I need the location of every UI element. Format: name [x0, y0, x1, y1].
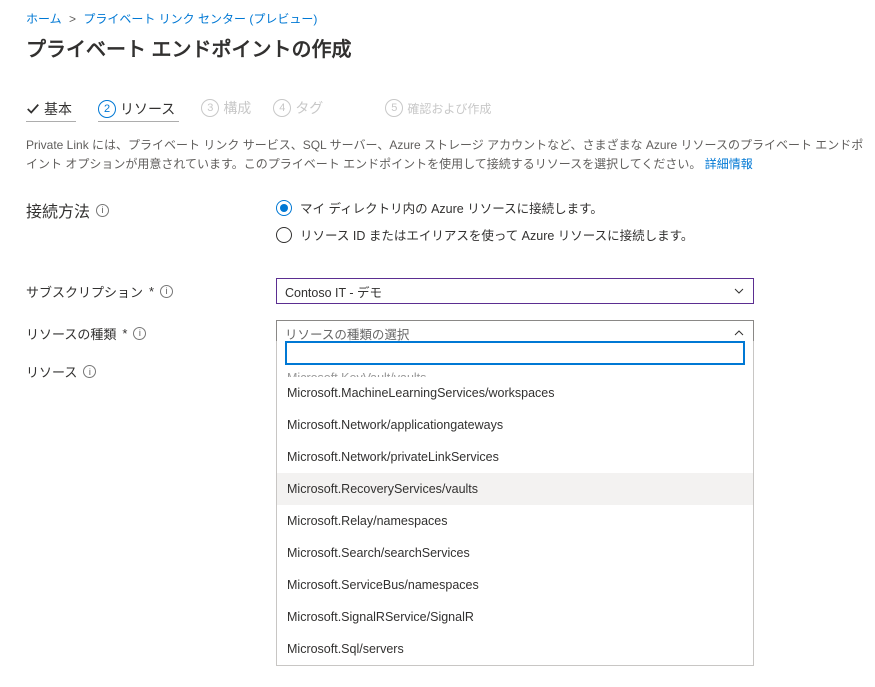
- step-tags[interactable]: 4 タグ: [273, 98, 323, 122]
- step-config-label: 構成: [223, 98, 251, 118]
- connection-method-group: マイ ディレクトリ内の Azure リソースに接続します。 リソース ID また…: [276, 198, 693, 244]
- resource-type-placeholder: リソースの種類の選択: [285, 324, 409, 343]
- step-review[interactable]: 5 確認および作成: [385, 99, 491, 121]
- breadcrumb-sep: >: [69, 12, 76, 26]
- connection-method-label: 接続方法 i: [26, 198, 276, 222]
- radio-my-directory-label: マイ ディレクトリ内の Azure リソースに接続します。: [300, 198, 603, 217]
- resource-type-dropdown: Microsoft.KeyVault/vaultsMicrosoft.Machi…: [276, 341, 754, 666]
- dropdown-item[interactable]: Microsoft.Network/privateLinkServices: [277, 441, 753, 473]
- breadcrumb-center[interactable]: プライベート リンク センター (プレビュー): [83, 12, 317, 26]
- step-resource-label: リソース: [120, 99, 175, 119]
- step-review-label: 確認および作成: [407, 100, 491, 117]
- info-icon[interactable]: i: [83, 365, 96, 378]
- info-icon[interactable]: i: [160, 285, 173, 298]
- learn-more-link[interactable]: 詳細情報: [705, 157, 753, 171]
- dropdown-item[interactable]: Microsoft.MachineLearningServices/worksp…: [277, 377, 753, 409]
- check-icon: [26, 102, 40, 116]
- breadcrumb: ホーム > プライベート リンク センター (プレビュー): [26, 10, 875, 27]
- step-config[interactable]: 3 構成: [201, 98, 251, 122]
- step-tags-num: 4: [273, 99, 291, 117]
- dropdown-item[interactable]: Microsoft.ServiceBus/namespaces: [277, 569, 753, 601]
- radio-my-directory[interactable]: マイ ディレクトリ内の Azure リソースに接続します。: [276, 198, 693, 217]
- step-basic-label: 基本: [44, 99, 72, 119]
- page-title: プライベート エンドポイントの作成: [26, 33, 875, 62]
- info-icon[interactable]: i: [133, 327, 146, 340]
- description: Private Link には、プライベート リンク サービス、SQL サーバー…: [26, 136, 866, 174]
- dropdown-search-input[interactable]: [285, 341, 745, 365]
- resource-type-label: リソースの種類 * i: [26, 324, 276, 343]
- chevron-down-icon: [733, 285, 745, 297]
- step-resource-num: 2: [98, 100, 116, 118]
- dropdown-item[interactable]: Microsoft.Search/searchServices: [277, 537, 753, 569]
- wizard-steps: 基本 2 リソース 3 構成 4 タグ 5 確認および作成: [26, 98, 875, 122]
- step-tags-label: タグ: [295, 98, 323, 118]
- resource-label: リソース i: [26, 362, 276, 381]
- dropdown-item[interactable]: Microsoft.Network/applicationgateways: [277, 409, 753, 441]
- subscription-label: サブスクリプション* i: [26, 282, 276, 301]
- info-icon[interactable]: i: [96, 204, 109, 217]
- step-resource[interactable]: 2 リソース: [98, 99, 179, 122]
- dropdown-item[interactable]: Microsoft.Relay/namespaces: [277, 505, 753, 537]
- step-basic[interactable]: 基本: [26, 99, 76, 122]
- radio-resource-id[interactable]: リソース ID またはエイリアスを使って Azure リソースに接続します。: [276, 225, 693, 244]
- chevron-up-icon: [733, 327, 745, 339]
- radio-resource-id-label: リソース ID またはエイリアスを使って Azure リソースに接続します。: [300, 225, 693, 244]
- subscription-value: Contoso IT - デモ: [285, 282, 382, 301]
- step-config-num: 3: [201, 99, 219, 117]
- dropdown-item[interactable]: Microsoft.Sql/servers: [277, 633, 753, 665]
- subscription-select[interactable]: Contoso IT - デモ: [276, 278, 754, 304]
- dropdown-item[interactable]: Microsoft.RecoveryServices/vaults: [277, 473, 753, 505]
- dropdown-list[interactable]: Microsoft.KeyVault/vaultsMicrosoft.Machi…: [277, 371, 753, 665]
- dropdown-item[interactable]: Microsoft.SignalRService/SignalR: [277, 601, 753, 633]
- step-review-num: 5: [385, 99, 403, 117]
- breadcrumb-home[interactable]: ホーム: [26, 12, 62, 26]
